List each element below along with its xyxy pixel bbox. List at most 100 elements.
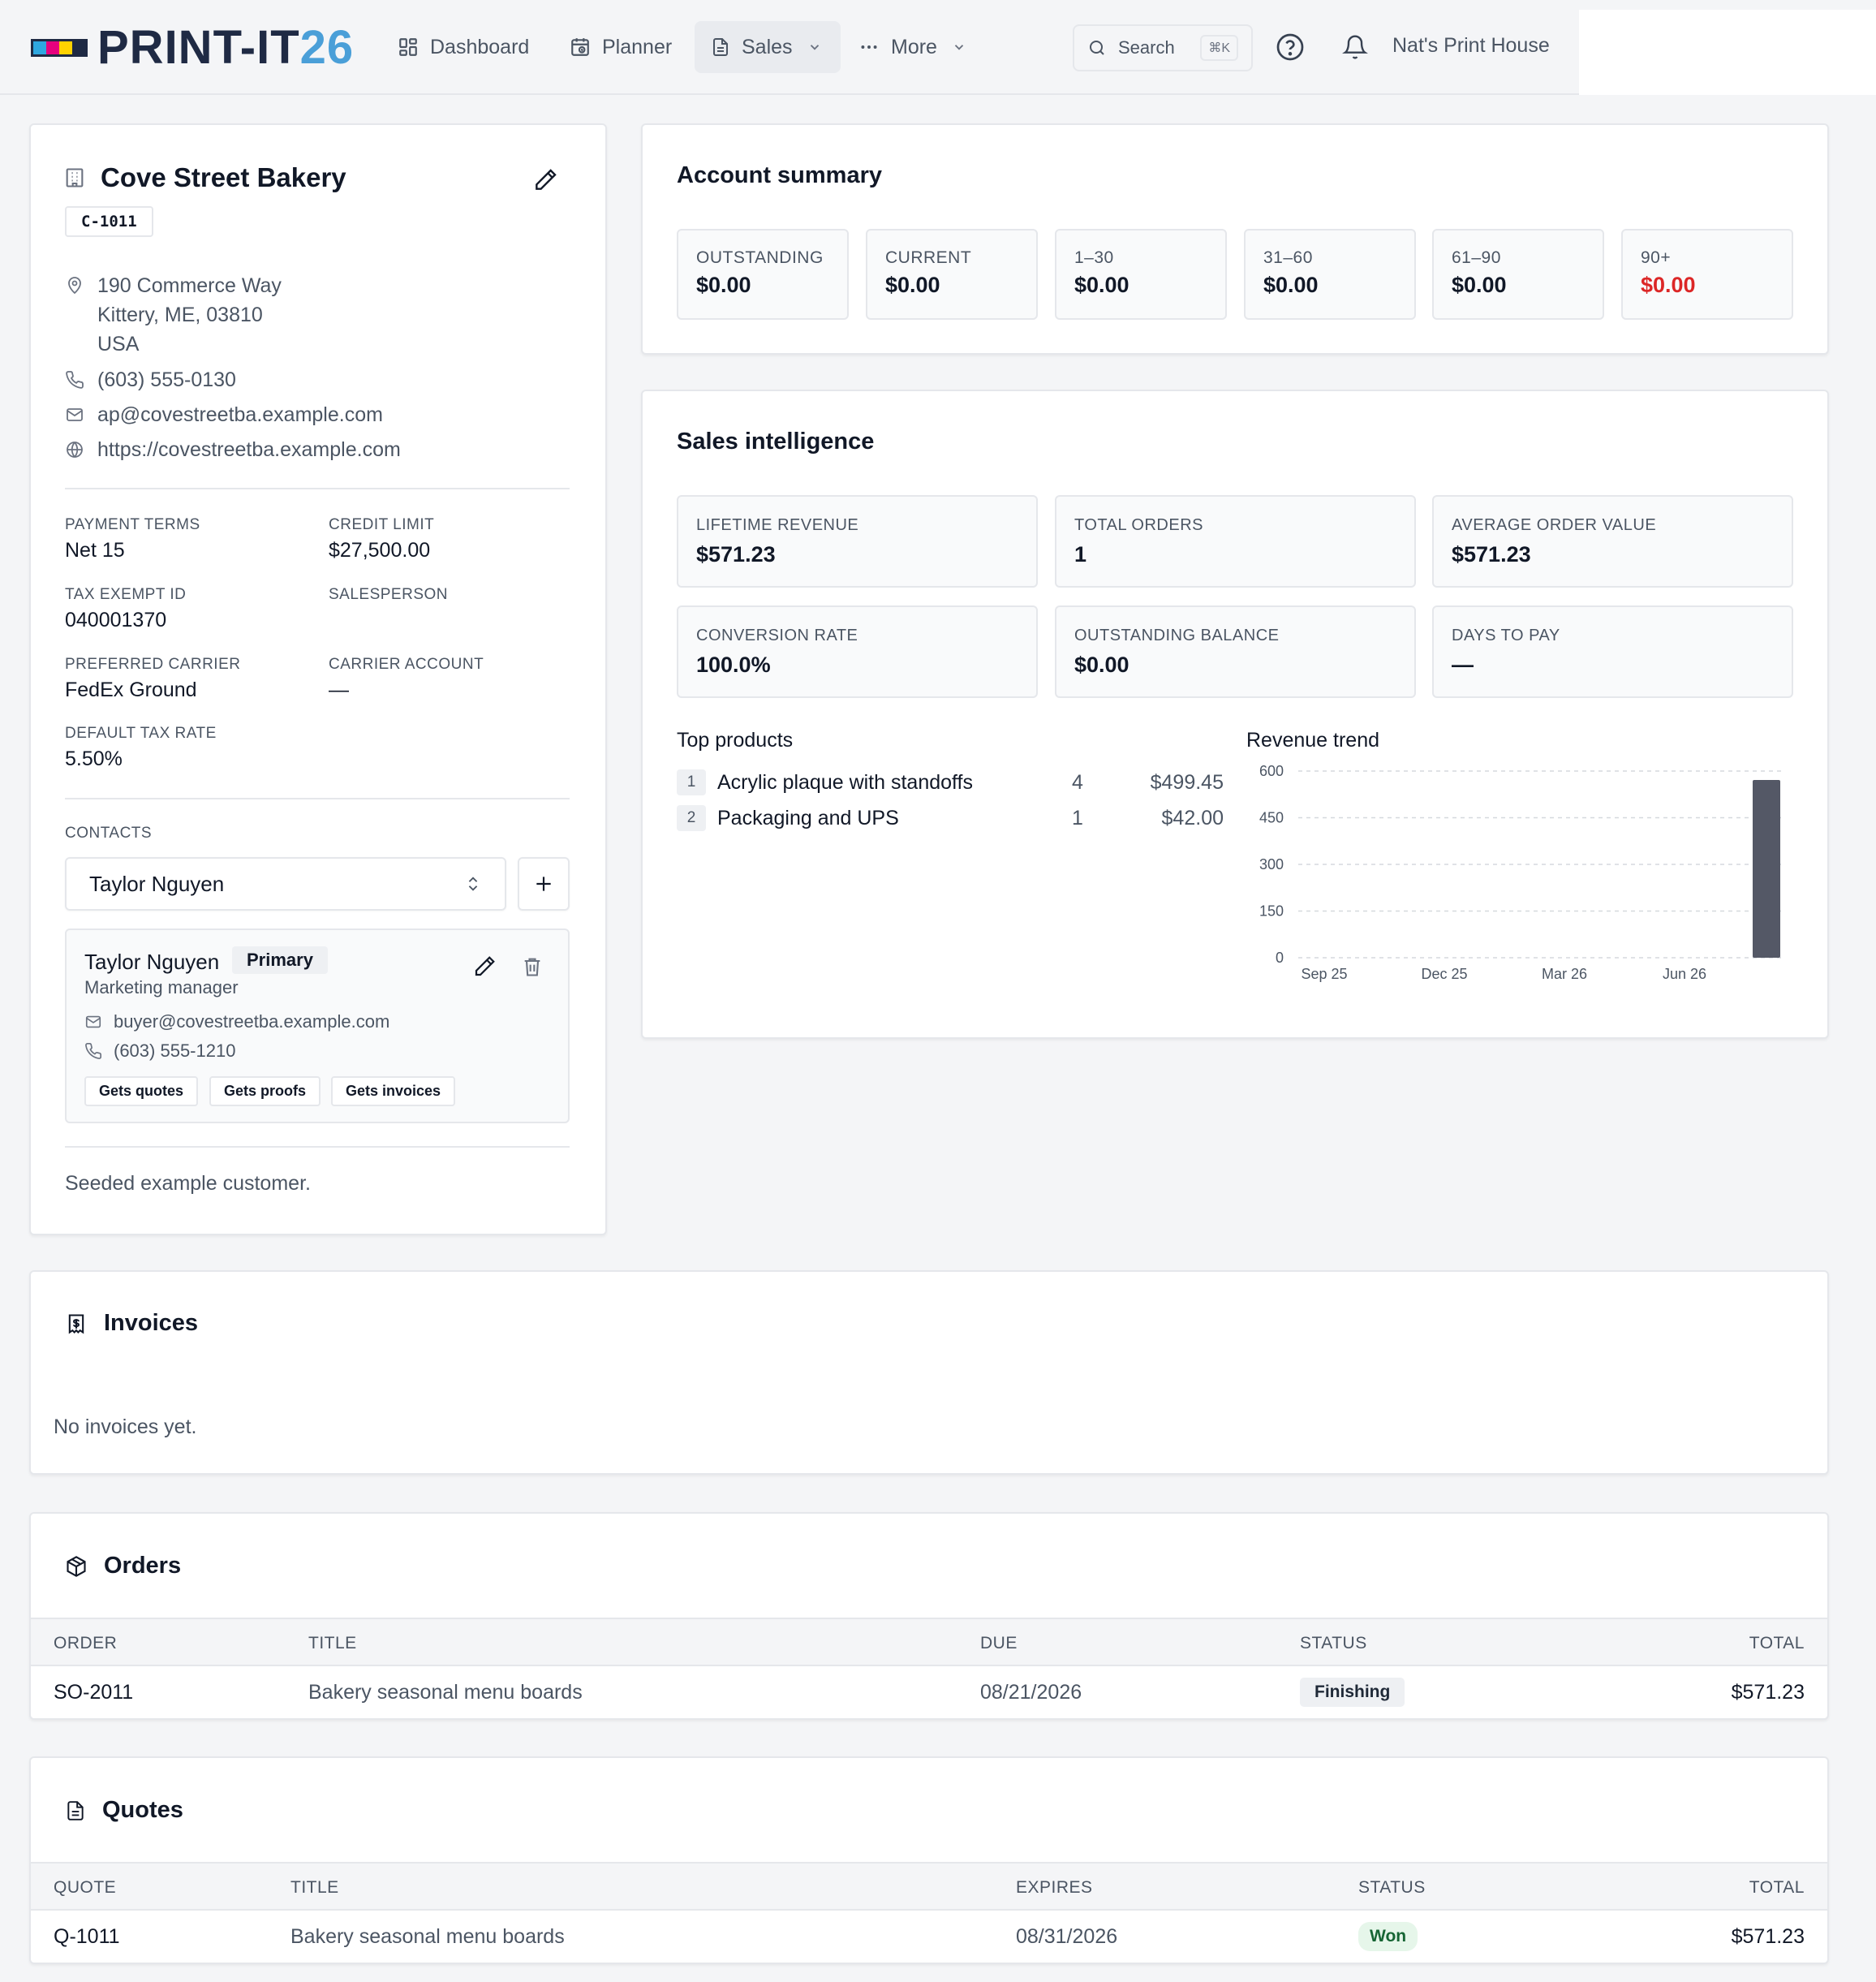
order-title: Bakery seasonal menu boards	[308, 1681, 583, 1704]
product-qty: 1	[1072, 806, 1083, 829]
aging-bucket-value: $0.00	[1452, 273, 1507, 297]
mail-icon	[84, 1013, 114, 1031]
column-header-expires[interactable]: EXPIRES	[1016, 1878, 1093, 1898]
default-tax-rate-value: 5.50%	[65, 748, 123, 770]
aging-bucket-label: CURRENT	[885, 248, 972, 267]
nav-dashboard[interactable]: Dashboard	[398, 21, 529, 73]
chevron-up-down-icon	[464, 873, 482, 894]
column-header-quote[interactable]: QUOTE	[54, 1878, 116, 1898]
orders-title: Orders	[104, 1553, 182, 1579]
nav-planner[interactable]: Planner	[570, 21, 672, 73]
address-line-2: Kittery, ME, 03810	[97, 304, 263, 326]
aging-bucket-label: 61–90	[1452, 248, 1501, 267]
product-name: Acrylic plaque with standoffs	[717, 770, 973, 794]
default-tax-rate-label: DEFAULT TAX RATE	[65, 725, 217, 742]
aging-bucket-outstanding: OUTSTANDING $0.00	[677, 229, 849, 320]
chart-y-tick-label: 150	[1259, 903, 1284, 920]
document-icon	[711, 37, 730, 58]
stat-value: $0.00	[1074, 653, 1129, 677]
quote-id[interactable]: Q-1011	[54, 1925, 120, 1949]
pencil-icon	[472, 954, 497, 979]
map-pin-icon	[65, 271, 97, 295]
logo-wordmark: PRINT-IT26	[97, 21, 355, 74]
help-circle-icon	[1276, 32, 1305, 62]
order-due-date: 08/21/2026	[980, 1681, 1082, 1704]
tag-gets-quotes: Gets quotes	[84, 1076, 199, 1106]
chart-y-tick-label: 300	[1259, 856, 1284, 873]
nav-sales[interactable]: Sales	[695, 21, 841, 73]
preferred-carrier-label: PREFERRED CARRIER	[65, 656, 241, 673]
contact-role: Marketing manager	[84, 977, 239, 997]
search-button[interactable]: Search ⌘K	[1073, 24, 1253, 71]
delete-contact-button[interactable]	[521, 954, 544, 983]
stat-label: OUTSTANDING BALANCE	[1074, 627, 1280, 644]
nav-planner-label: Planner	[602, 35, 673, 58]
aging-bucket-31-60: 31–60 $0.00	[1244, 229, 1416, 320]
chevron-down-icon	[807, 40, 822, 54]
product-qty: 4	[1072, 770, 1083, 794]
aging-bucket-value: $0.00	[1641, 273, 1696, 297]
top-products-title: Top products	[677, 729, 794, 752]
building-icon	[63, 166, 86, 189]
column-header-title[interactable]: TITLE	[290, 1878, 339, 1898]
column-header-status[interactable]: STATUS	[1358, 1878, 1426, 1898]
quotes-card: Quotes QUOTE TITLE EXPIRES STATUS TOTAL …	[29, 1756, 1829, 1964]
revenue-trend-chart: 0 150 300 450 600 Sep 25 Dec 25 Mar 26 Jun 26	[1259, 763, 1785, 982]
notifications-button[interactable]	[1339, 31, 1371, 63]
add-contact-button[interactable]	[518, 857, 570, 911]
order-id[interactable]: SO-2011	[54, 1681, 133, 1704]
document-icon	[65, 1799, 86, 1823]
payment-terms-value: Net 15	[65, 539, 125, 562]
product-amount: $499.45	[1150, 770, 1224, 794]
search-icon	[1087, 38, 1107, 58]
salesperson-label: SALESPERSON	[329, 586, 448, 603]
help-button[interactable]	[1274, 31, 1306, 63]
revenue-trend-title: Revenue trend	[1246, 729, 1380, 752]
stat-total-orders: TOTAL ORDERS 1	[1055, 495, 1416, 588]
contact-email-row[interactable]: buyer@covestreetba.example.com	[84, 1011, 389, 1032]
customer-phone-row[interactable]: (603) 555-0130	[65, 365, 236, 394]
table-row[interactable]: SO-2011 Bakery seasonal menu boards 08/2…	[31, 1666, 1827, 1718]
package-icon	[65, 1554, 88, 1579]
customer-website-row[interactable]: https://covestreetba.example.com	[65, 435, 401, 464]
topbar-blank-area	[1579, 10, 1876, 95]
bell-icon	[1342, 34, 1368, 60]
quote-total: $571.23	[1731, 1925, 1805, 1948]
divider	[65, 1146, 570, 1148]
contact-select[interactable]: Taylor Nguyen	[65, 857, 506, 911]
aging-bucket-label: OUTSTANDING	[696, 248, 824, 267]
top-product-row: 1 Acrylic plaque with standoffs 4 $499.4…	[677, 766, 1224, 799]
column-header-total[interactable]: TOTAL	[1749, 1634, 1805, 1653]
more-dots-icon	[858, 37, 880, 58]
status-badge: Won	[1358, 1922, 1418, 1951]
contact-phone-row[interactable]: (603) 555-1210	[84, 1041, 235, 1062]
app-logo[interactable]: PRINT-IT26	[31, 24, 354, 71]
aging-bucket-value: $0.00	[1074, 273, 1129, 297]
customer-email-row[interactable]: ap@covestreetba.example.com	[65, 400, 383, 429]
column-header-order[interactable]: ORDER	[54, 1634, 117, 1653]
chart-x-tick-label: Dec 25	[1421, 966, 1467, 982]
customer-code-badge: C-1011	[65, 206, 153, 237]
credit-limit-label: CREDIT LIMIT	[329, 516, 435, 533]
pencil-icon	[532, 167, 558, 193]
contact-select-value: Taylor Nguyen	[89, 871, 225, 896]
customer-email: ap@covestreetba.example.com	[97, 403, 383, 426]
column-header-title[interactable]: TITLE	[308, 1634, 357, 1653]
account-menu[interactable]: Nat's Print House	[1392, 34, 1550, 58]
nav-more[interactable]: More	[858, 21, 966, 73]
customer-heading: Cove Street Bakery	[63, 162, 346, 193]
invoices-card	[29, 1270, 1829, 1475]
product-rank: 1	[677, 769, 706, 795]
edit-customer-button[interactable]	[532, 167, 558, 197]
chart-y-tick-label: 450	[1259, 810, 1284, 826]
stat-average-order-value: AVERAGE ORDER VALUE $571.23	[1432, 495, 1793, 588]
table-row[interactable]: Q-1011 Bakery seasonal menu boards 08/31…	[31, 1911, 1827, 1963]
column-header-total[interactable]: TOTAL	[1749, 1878, 1805, 1898]
column-header-due[interactable]: DUE	[980, 1634, 1018, 1653]
stat-lifetime-revenue: LIFETIME REVENUE $571.23	[677, 495, 1038, 588]
edit-contact-button[interactable]	[472, 954, 497, 983]
stat-value: 100.0%	[696, 653, 771, 677]
top-product-row: 2 Packaging and UPS 1 $42.00	[677, 802, 1224, 834]
column-header-status[interactable]: STATUS	[1300, 1634, 1367, 1653]
aging-bucket-value: $0.00	[885, 273, 940, 297]
